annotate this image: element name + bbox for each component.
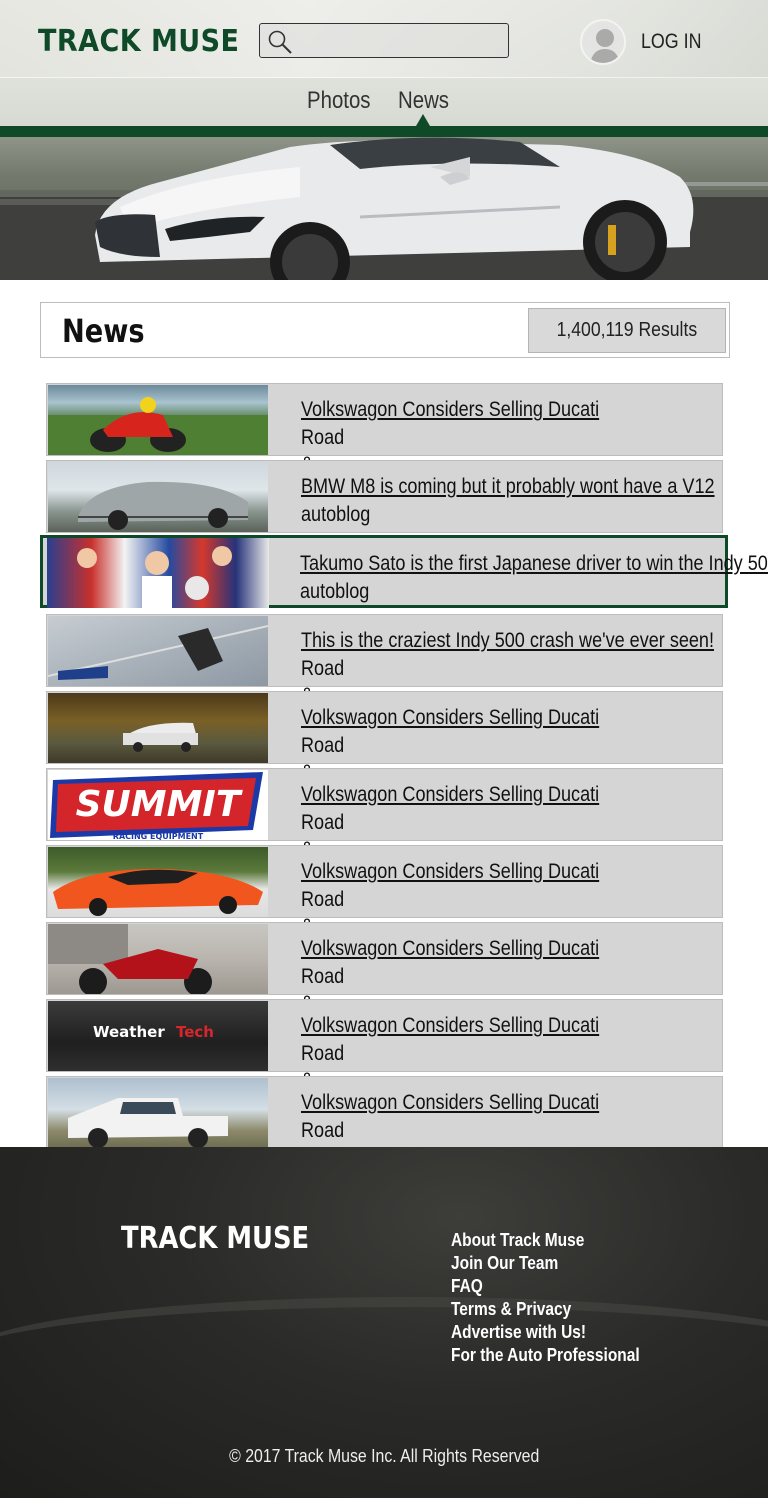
news-thumbnail (48, 1078, 268, 1148)
tab-news[interactable]: News (398, 87, 449, 115)
news-item[interactable]: Volkswagon Considers Selling Ducati Road… (46, 845, 723, 965)
top-bar: TRACK MUSE LOG IN (0, 0, 768, 78)
site-logo[interactable]: TRACK MUSE (38, 24, 239, 59)
news-list: Volkswagon Considers Selling Ducati Road… (40, 376, 768, 1196)
news-thumbnail: SUMMIT RACING EQUIPMENT (48, 770, 268, 840)
news-item[interactable]: Volkswagon Considers Selling Ducati Road… (46, 383, 723, 503)
news-item[interactable]: This is the craziest Indy 500 crash we'v… (46, 614, 723, 734)
footer-links: About Track Muse Join Our Team FAQ Terms… (451, 1229, 670, 1367)
news-headline[interactable]: Takumo Sato is the first Japanese driver… (300, 550, 768, 577)
news-item[interactable]: Volkswagon Considers Selling Ducati Road… (46, 1076, 723, 1196)
page-title: News (62, 312, 145, 350)
accent-bar (0, 126, 768, 137)
news-thumbnail (48, 616, 268, 686)
news-item[interactable]: Takumo Sato is the first Japanese driver… (40, 535, 768, 608)
news-thumbnail (48, 847, 268, 917)
news-thumbnail (48, 385, 268, 455)
search-input[interactable] (259, 23, 509, 58)
news-headline[interactable]: Volkswagon Considers Selling Ducati (301, 396, 645, 423)
news-headline[interactable]: Volkswagon Considers Selling Ducati (301, 704, 645, 731)
footer-link-advertise[interactable]: Advertise with Us! (451, 1321, 640, 1344)
footer-link-about[interactable]: About Track Muse (451, 1229, 640, 1252)
news-headline[interactable]: Volkswagon Considers Selling Ducati (301, 935, 645, 962)
news-thumbnail (48, 924, 268, 994)
footer-link-professional[interactable]: For the Auto Professional (451, 1344, 640, 1367)
search-icon (268, 30, 292, 54)
copyright-text: © 2017 Track Muse Inc. All Rights Reserv… (228, 1446, 540, 1466)
weathertech-logo-tech: Tech (176, 1023, 214, 1041)
active-tab-indicator (416, 114, 430, 126)
news-source: autoblog (301, 503, 371, 526)
news-header: News 1,400,119 Results (40, 302, 730, 358)
news-source: autoblog (300, 580, 370, 603)
hero-car-image (0, 137, 768, 280)
summit-logo-subtext: RACING EQUIPMENT (113, 832, 204, 840)
news-headline[interactable]: Volkswagon Considers Selling Ducati (301, 781, 645, 808)
news-item[interactable]: Volkswagon Considers Selling Ducati Road… (46, 691, 723, 811)
news-item[interactable]: BMW M8 is coming but it probably wont ha… (46, 460, 723, 533)
news-item[interactable]: SUMMIT RACING EQUIPMENT Volkswagon Consi… (46, 768, 723, 888)
news-item[interactable]: Volkswagon Considers Selling Ducati Road… (46, 922, 723, 1042)
weathertech-logo-text: Weather (93, 1023, 165, 1041)
news-thumbnail: Weather Tech (48, 1001, 268, 1071)
footer-link-join[interactable]: Join Our Team (451, 1252, 640, 1275)
tab-photos[interactable]: Photos (307, 87, 371, 115)
user-avatar-icon[interactable] (580, 19, 626, 65)
summit-logo-text: SUMMIT (76, 784, 243, 825)
results-count: 1,400,119 Results (528, 308, 726, 353)
login-link[interactable]: LOG IN (641, 30, 702, 54)
news-thumbnail (48, 693, 268, 763)
news-headline[interactable]: Volkswagon Considers Selling Ducati (301, 1012, 645, 1039)
news-thumbnail (48, 462, 268, 532)
news-item[interactable]: Weather Tech Volkswagon Considers Sellin… (46, 999, 723, 1119)
news-headline[interactable]: Volkswagon Considers Selling Ducati (301, 858, 645, 885)
footer-link-terms[interactable]: Terms & Privacy (451, 1298, 640, 1321)
news-headline[interactable]: This is the craziest Indy 500 crash we'v… (301, 627, 714, 654)
news-headline[interactable]: Volkswagon Considers Selling Ducati (301, 1089, 645, 1116)
hero-banner: TRACK MUSE LOG IN Photos News (0, 0, 768, 280)
footer-link-faq[interactable]: FAQ (451, 1275, 640, 1298)
footer-logo[interactable]: TRACK MUSE (121, 1221, 309, 1256)
news-headline[interactable]: BMW M8 is coming but it probably wont ha… (301, 473, 715, 500)
footer: TRACK MUSE About Track Muse Join Our Tea… (0, 1147, 768, 1498)
copyright: © 2017 Track Muse Inc. All Rights Reserv… (0, 1446, 768, 1467)
news-thumbnail (47, 538, 269, 608)
section-tabs: Photos News (0, 78, 768, 126)
results-count-label: 1,400,119 Results (556, 319, 698, 341)
